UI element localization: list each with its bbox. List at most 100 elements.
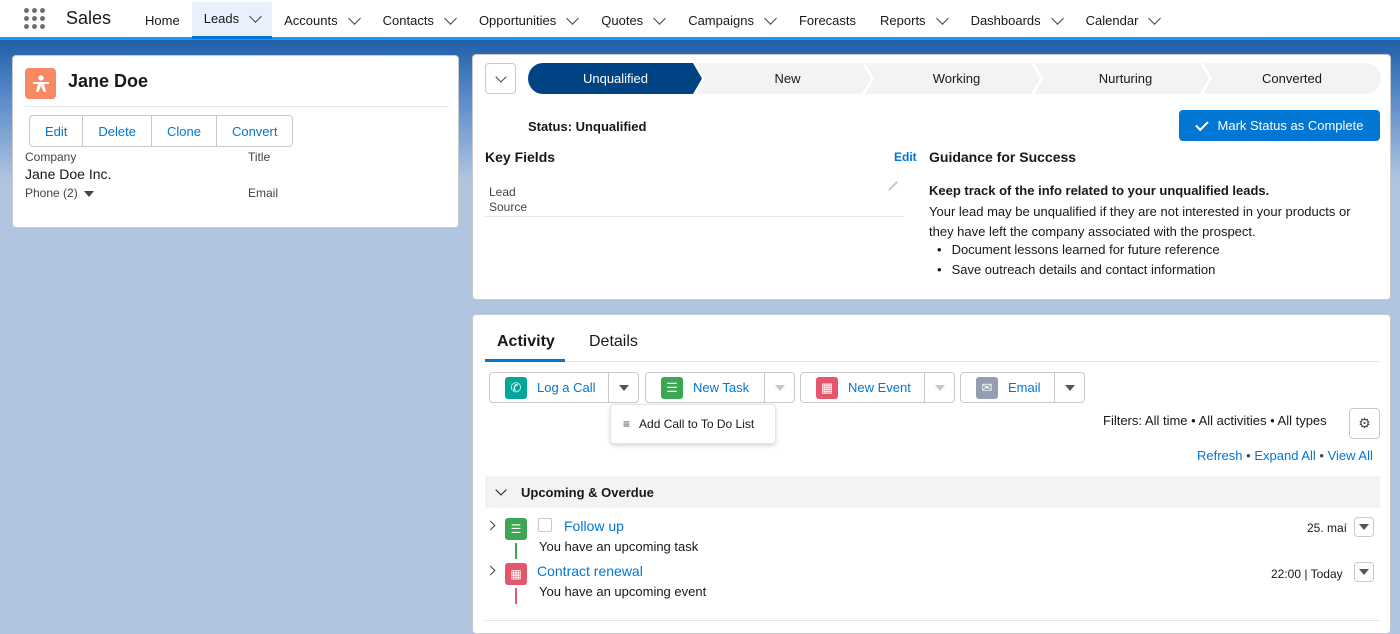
upcoming-overdue-section-header[interactable]: Upcoming & Overdue (485, 476, 1380, 508)
tab-divider (485, 361, 1380, 362)
company-label: Company (25, 150, 77, 164)
task-list-icon: ≡ (623, 417, 631, 431)
tab-details[interactable]: Details (589, 333, 638, 351)
mark-status-complete-button[interactable]: Mark Status as Complete (1179, 110, 1380, 141)
email-button[interactable]: ✉ Email (961, 373, 1054, 402)
activity-item-title[interactable]: Follow up (564, 518, 624, 534)
gear-icon[interactable]: ⚙ (1349, 408, 1380, 439)
chevron-down-icon[interactable] (653, 11, 667, 25)
new-event-label: New Event (848, 380, 911, 395)
lead-source-label-line2: Source (489, 200, 528, 214)
email-button-group: ✉ Email (960, 372, 1085, 403)
path-step-converted[interactable]: Converted (1207, 63, 1377, 94)
expand-chevron-icon[interactable] (485, 565, 496, 576)
caret-down-icon (1064, 384, 1075, 391)
nav-item-campaigns[interactable]: Campaigns (676, 2, 787, 39)
new-task-label: New Task (693, 380, 750, 395)
nav-item-contacts[interactable]: Contacts (371, 2, 467, 39)
nav-item-label: Accounts (284, 12, 338, 28)
divider (485, 620, 1380, 621)
expand-chevron-icon[interactable] (485, 520, 496, 531)
chevron-down-icon[interactable] (347, 11, 361, 25)
refresh-link[interactable]: Refresh (1197, 448, 1243, 463)
new-task-button[interactable]: ☰ New Task (646, 373, 764, 402)
task-checkbox[interactable] (538, 518, 552, 532)
email-dropdown[interactable] (1054, 373, 1084, 402)
timeline-line (515, 588, 517, 604)
guidance-heading: Keep track of the info related to your u… (929, 183, 1270, 198)
chevron-down-icon (494, 70, 507, 83)
nav-item-leads[interactable]: Leads (191, 1, 273, 39)
nav-item-label: Leads (203, 11, 240, 26)
email-button-label: Email (1008, 380, 1041, 395)
log-a-call-button-group: ✆ Log a Call (489, 372, 639, 403)
pencil-icon[interactable] (888, 181, 898, 191)
caret-down-icon (1359, 569, 1369, 575)
chevron-down-icon[interactable] (249, 10, 263, 23)
path-step-unqualified[interactable]: Unqualified (528, 63, 703, 94)
nav-item-opportunities[interactable]: Opportunities (467, 2, 589, 39)
path-toggle-button[interactable] (485, 63, 516, 94)
clone-button[interactable]: Clone (152, 116, 217, 146)
nav-item-dashboards[interactable]: Dashboards (959, 2, 1074, 39)
nav-item-label: Contacts (382, 12, 434, 28)
view-all-link[interactable]: View All (1328, 448, 1373, 463)
new-event-button[interactable]: ▦ New Event (801, 373, 924, 402)
nav-item-label: Forecasts (798, 12, 857, 28)
chevron-down-icon[interactable] (1050, 11, 1064, 25)
active-tab-indicator (485, 359, 565, 362)
phone-field[interactable]: Phone (2) (25, 186, 94, 200)
app-launcher-icon[interactable] (24, 7, 46, 30)
activity-item-date: 25. maí (1307, 521, 1348, 535)
nav-item-calendar[interactable]: Calendar (1074, 2, 1172, 39)
lead-source-label-line1: Lead (489, 185, 516, 199)
path-step-new[interactable]: New (700, 63, 875, 94)
path-step-working[interactable]: Working (869, 63, 1044, 94)
lead-path-panel: Unqualified New Working Nurturing Conver… (472, 54, 1391, 300)
phone-icon: ✆ (505, 376, 527, 399)
guidance-bullet: Document lessons learned for future refe… (937, 240, 1220, 260)
nav-item-reports[interactable]: Reports (868, 2, 959, 39)
nav-item-accounts[interactable]: Accounts (272, 2, 370, 39)
nav-item-home[interactable]: Home (133, 2, 192, 39)
chevron-down-icon[interactable] (935, 11, 949, 25)
nav-item-quotes[interactable]: Quotes (589, 2, 676, 39)
key-fields-edit-link[interactable]: Edit (894, 150, 917, 164)
chevron-down-icon[interactable] (444, 11, 457, 25)
guidance-bullets: Document lessons learned for future refe… (937, 240, 1220, 279)
activity-links: Refresh • Expand All • View All (1197, 448, 1373, 463)
title-label: Title (248, 150, 271, 164)
tab-activity[interactable]: Activity (497, 333, 555, 351)
log-a-call-dropdown[interactable] (608, 373, 638, 402)
chevron-down-icon[interactable] (566, 11, 580, 25)
activity-item-title[interactable]: Contract renewal (537, 563, 643, 579)
path-step-nurturing[interactable]: Nurturing (1038, 63, 1213, 94)
nav-item-label: Home (145, 12, 180, 28)
expand-all-link[interactable]: Expand All (1254, 448, 1315, 463)
activity-item-menu[interactable] (1354, 517, 1374, 537)
chevron-down-icon[interactable] (764, 11, 777, 25)
edit-button[interactable]: Edit (30, 116, 84, 146)
lead-person-icon (25, 68, 56, 99)
nav-item-forecasts[interactable]: Forecasts (787, 2, 868, 39)
log-a-call-button[interactable]: ✆ Log a Call (490, 373, 608, 402)
lead-name: Jane Doe (68, 71, 149, 91)
new-event-dropdown[interactable] (924, 373, 954, 402)
activity-panel: Activity Details ✆ Log a Call ☰ New Task ▦… (472, 314, 1391, 634)
app-name: Sales (66, 8, 112, 28)
activity-item-menu[interactable] (1354, 562, 1374, 582)
new-event-button-group: ▦ New Event (800, 372, 955, 403)
nav-item-label: Quotes (601, 12, 644, 28)
caret-down-icon (1359, 524, 1369, 530)
activity-item-subtitle: You have an upcoming event (539, 584, 707, 599)
nav-item-label: Dashboards (970, 12, 1041, 28)
email-icon: ✉ (976, 376, 998, 399)
new-task-dropdown[interactable] (764, 373, 794, 402)
caret-down-icon[interactable] (83, 190, 94, 197)
delete-button[interactable]: Delete (83, 116, 152, 146)
guidance-body: Your lead may be unqualified if they are… (929, 204, 1351, 239)
chevron-down-icon[interactable] (1148, 11, 1162, 25)
convert-button[interactable]: Convert (217, 116, 293, 146)
email-label: Email (248, 186, 279, 200)
add-call-to-do-menu-item[interactable]: ≡ Add Call to To Do List (610, 404, 776, 444)
